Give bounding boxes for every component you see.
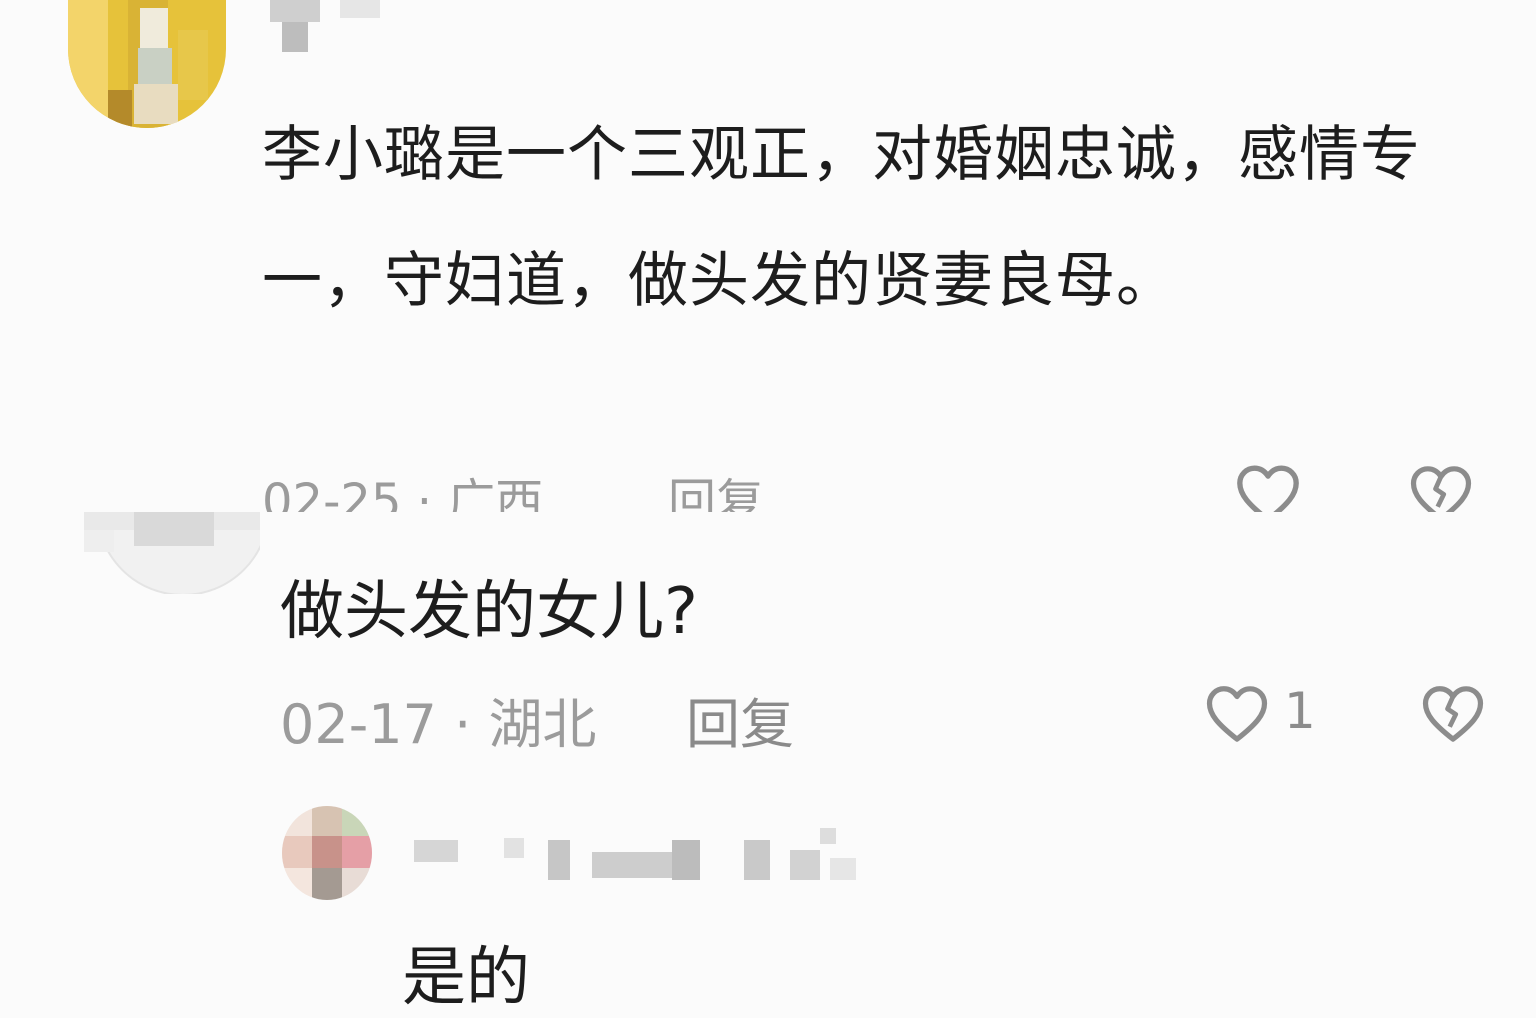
like-count: 1	[1284, 682, 1316, 740]
comment-date: 02-17	[280, 693, 437, 756]
comment-date: 02-25	[262, 474, 402, 512]
comment-text: 是的	[402, 941, 530, 1015]
reply-button[interactable]: 回复	[686, 680, 794, 759]
comment-meta: 02-17 · 湖北	[280, 680, 596, 759]
avatar[interactable]	[68, 0, 226, 128]
broken-heart-icon[interactable]	[1420, 682, 1486, 744]
comment-text: 做头发的女儿?	[280, 575, 698, 649]
heart-outline-icon[interactable]	[1204, 682, 1270, 744]
avatar[interactable]	[282, 806, 372, 900]
reply-button[interactable]: 回复	[668, 462, 764, 512]
meta-separator: ·	[454, 693, 489, 756]
comment-thread: 李小璐是一个三观正，对婚姻忠诚，感情专一，守妇道，做头发的贤妻良母。 02-25…	[0, 0, 1536, 1015]
meta-separator: ·	[416, 474, 448, 512]
comment-meta: 02-25 · 广西	[262, 462, 543, 512]
avatar[interactable]	[84, 512, 260, 594]
comment-text: 李小璐是一个三观正，对婚姻忠诚，感情专一，守妇道，做头发的贤妻良母。	[262, 120, 1421, 316]
comment-location: 广西	[447, 474, 544, 512]
broken-heart-icon[interactable]	[1408, 462, 1474, 512]
heart-outline-icon[interactable]	[1234, 462, 1302, 512]
comment-location: 湖北	[488, 693, 597, 756]
comment-1: 李小璐是一个三观正，对婚姻忠诚，感情专一，守妇道，做头发的贤妻良母。 02-25…	[0, 0, 1536, 512]
